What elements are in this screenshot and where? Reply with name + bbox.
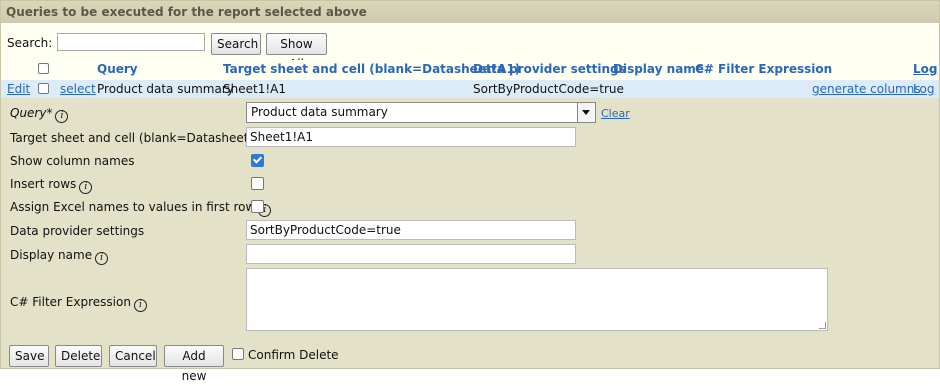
generate-columns-link[interactable]: generate columns <box>812 82 921 96</box>
search-button[interactable]: Search <box>211 33 261 55</box>
info-icon[interactable]: i <box>133 299 147 312</box>
target-label: Target sheet and cell (blank=Datasheet!A… <box>10 131 274 145</box>
confirm-delete-checkbox[interactable] <box>232 348 244 360</box>
select-link[interactable]: select <box>60 82 96 96</box>
row-target: Sheet1!A1 <box>223 82 286 96</box>
table-header: Query Target sheet and cell (blank=Datas… <box>1 60 939 80</box>
insert-rows-label: Insert rows <box>10 177 77 191</box>
row-checkbox[interactable] <box>38 83 49 94</box>
show-columns-checkbox[interactable] <box>251 154 264 167</box>
col-filter[interactable]: C# Filter Expression <box>695 62 832 76</box>
col-provider[interactable]: Data provider settings <box>473 62 626 76</box>
table-row: Edit select Product data summary Sheet1!… <box>1 80 939 98</box>
panel-title: Queries to be executed for the report se… <box>1 1 939 23</box>
info-icon[interactable]: i <box>79 181 93 194</box>
show-columns-label: Show column names <box>10 154 135 168</box>
search-area: Search: Search Show All <box>1 23 939 71</box>
search-input[interactable] <box>57 33 205 51</box>
chevron-down-icon[interactable] <box>577 103 595 122</box>
target-input[interactable]: Sheet1!A1 <box>246 127 576 147</box>
filter-field-label: C# Filter Expression i <box>10 295 147 312</box>
excel-names-checkbox[interactable] <box>251 200 264 213</box>
provider-input[interactable]: SortByProductCode=true <box>246 220 576 240</box>
add-new-button[interactable]: Add new <box>164 345 224 383</box>
query-select-value: Product data summary <box>251 105 388 119</box>
query-label-text: Query* <box>10 106 53 120</box>
excel-names-label: Assign Excel names to values in first ro… <box>10 200 256 214</box>
info-icon[interactable]: i <box>95 252 109 265</box>
display-name-field-label: Display name i <box>10 248 109 265</box>
clear-link[interactable]: Clear <box>601 107 630 120</box>
delete-button[interactable]: Delete <box>55 345 102 367</box>
display-name-input[interactable] <box>246 244 576 264</box>
show-all-button[interactable]: Show All <box>266 33 327 71</box>
info-icon[interactable]: i <box>55 110 69 123</box>
col-query[interactable]: Query <box>97 62 138 76</box>
search-label: Search: <box>7 36 53 50</box>
display-name-label: Display name <box>10 248 93 262</box>
row-provider: SortByProductCode=true <box>473 82 624 96</box>
filter-label: C# Filter Expression <box>10 295 131 309</box>
select-all-checkbox[interactable] <box>38 63 49 74</box>
col-display[interactable]: Display name <box>613 62 704 76</box>
insert-rows-field-label: Insert rows i <box>10 177 93 194</box>
excel-names-field-label: Assign Excel names to values in first ro… <box>10 200 272 217</box>
filter-textarea[interactable] <box>246 268 828 331</box>
row-log-link[interactable]: Log <box>913 82 934 96</box>
insert-rows-checkbox[interactable] <box>251 177 264 190</box>
query-field-label: Query* i <box>10 106 69 123</box>
provider-label: Data provider settings <box>10 224 145 238</box>
confirm-delete-label: Confirm Delete <box>248 348 339 362</box>
cancel-button[interactable]: Cancel <box>109 345 157 367</box>
row-query: Product data summary <box>97 82 234 96</box>
save-button[interactable]: Save <box>9 345 49 367</box>
col-log[interactable]: Log <box>913 62 937 76</box>
edit-link[interactable]: Edit <box>7 82 30 96</box>
queries-panel: Queries to be executed for the report se… <box>0 0 940 383</box>
query-select[interactable]: Product data summary <box>246 102 596 123</box>
